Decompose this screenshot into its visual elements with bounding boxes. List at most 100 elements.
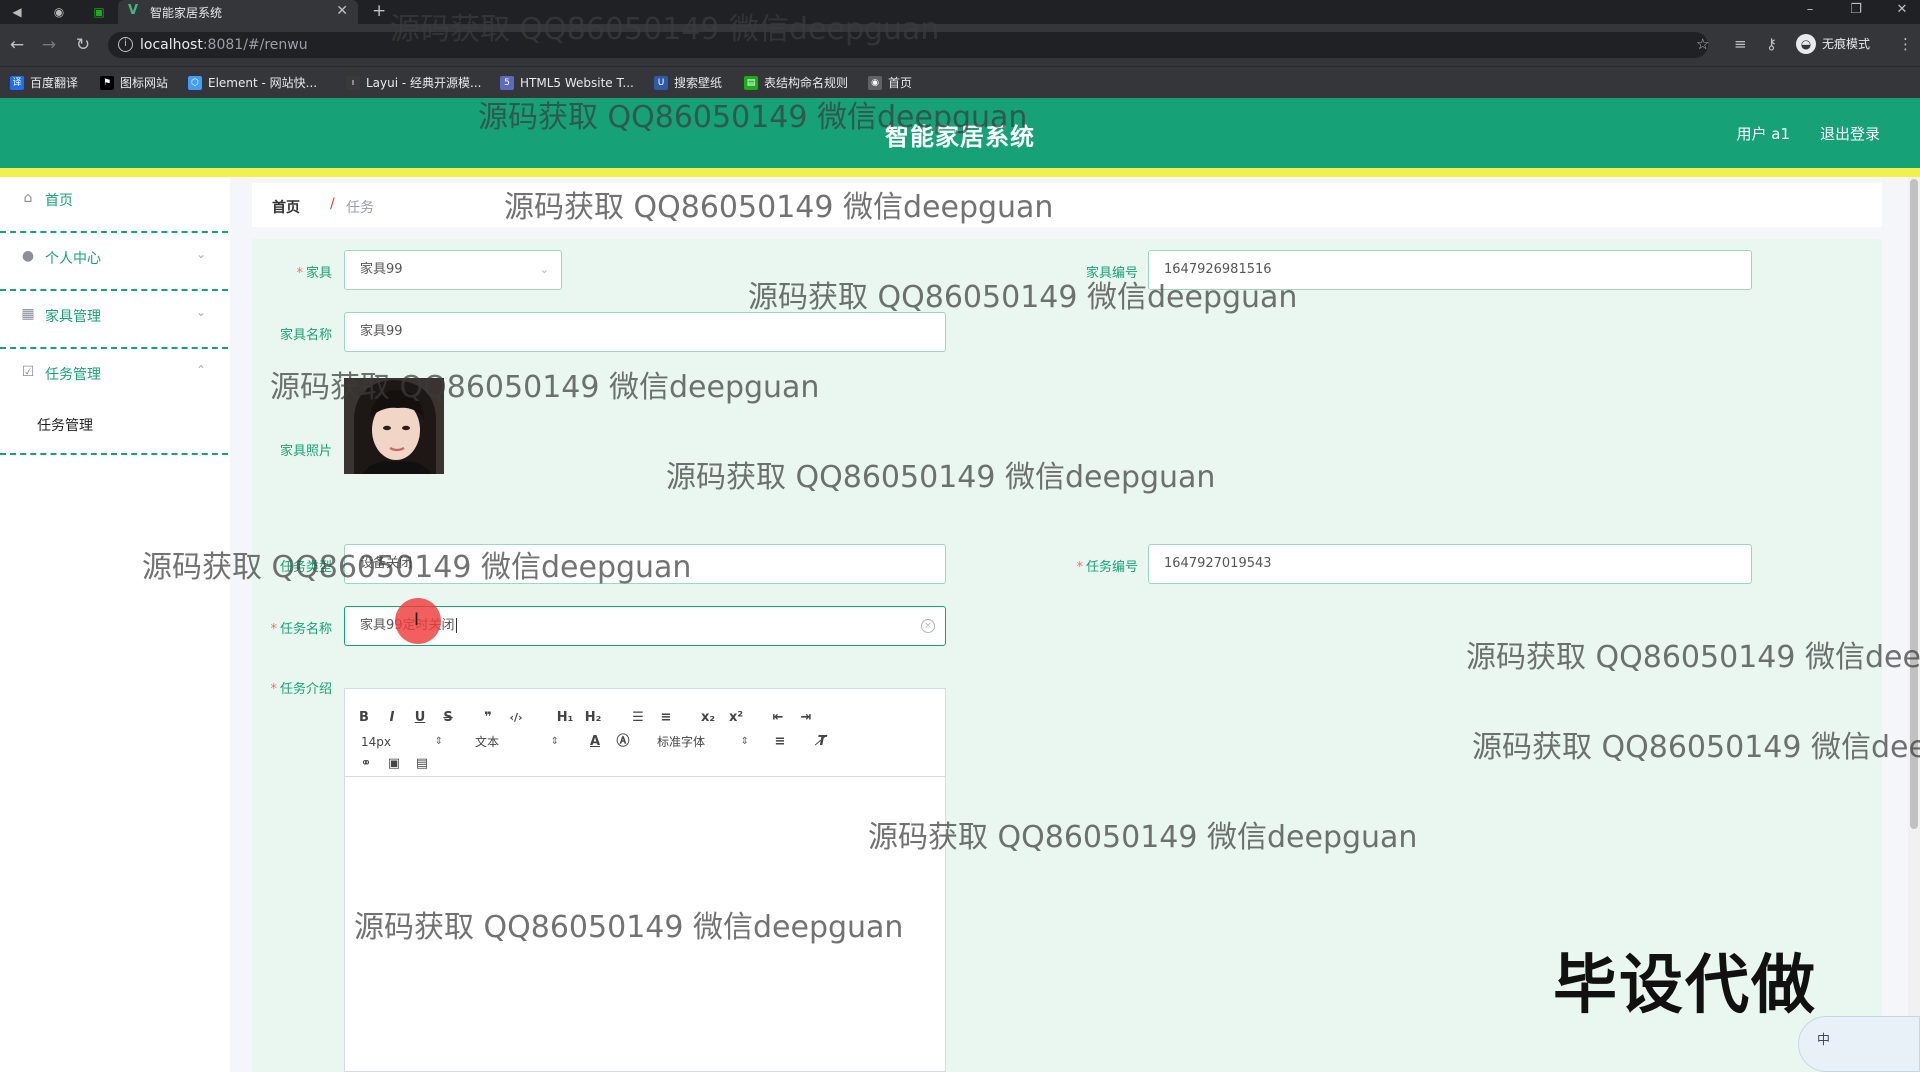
header1-button[interactable]: H₁ bbox=[555, 709, 575, 727]
checkbox-icon: ☑ bbox=[21, 364, 35, 380]
globe-icon: ◉ bbox=[868, 76, 882, 90]
bookmark-item[interactable]: ◉ 首页 bbox=[868, 75, 912, 91]
code-block-button[interactable]: ‹/› bbox=[507, 709, 525, 727]
breadcrumb: 首页 / 任务 bbox=[252, 183, 1882, 227]
url-field[interactable]: i localhost:8081/#/renwu bbox=[108, 32, 1708, 58]
task-intro-label: * 任务介绍 bbox=[270, 682, 332, 697]
breadcrumb-separator: / bbox=[330, 196, 335, 212]
font-family-select[interactable]: 标准字体 ⇕ bbox=[657, 733, 749, 751]
subscript-button[interactable]: x₂ bbox=[699, 709, 717, 727]
bookmark-item[interactable]: ı Layui - 经典开源模... bbox=[346, 75, 481, 91]
task-no-field[interactable]: 1647927019543 bbox=[1148, 544, 1752, 584]
text-caret bbox=[455, 618, 457, 633]
sidebar-subitem-task-management[interactable]: 任务管理 bbox=[0, 399, 228, 455]
restore-icon[interactable]: ❐ bbox=[1836, 2, 1876, 17]
bookmark-star-icon[interactable]: ☆ bbox=[1696, 35, 1709, 53]
task-name-label: * 任务名称 bbox=[270, 622, 332, 637]
sidebar-item-label: 首页 bbox=[45, 193, 73, 209]
tab-title: 智能家居系统 bbox=[150, 6, 223, 20]
sidebar-item-furniture[interactable]: ▦ 家具管理 ⌄ bbox=[0, 293, 228, 349]
task-no-label: * 任务编号 bbox=[1076, 560, 1138, 575]
window-close-icon[interactable]: ✕ bbox=[1882, 2, 1920, 17]
vue-logo-icon: V bbox=[128, 3, 139, 18]
scrollbar-thumb[interactable] bbox=[1910, 179, 1918, 829]
furniture-select[interactable]: 家具99 ⌄ bbox=[344, 250, 562, 290]
bookmark-item[interactable]: U 搜索壁纸 bbox=[654, 75, 722, 91]
incognito-badge[interactable]: ◒ 无痕模式 bbox=[1796, 33, 1870, 55]
sidebar-item-label: 个人中心 bbox=[45, 251, 101, 267]
header2-button[interactable]: H₂ bbox=[583, 709, 603, 727]
superscript-button[interactable]: x² bbox=[727, 709, 745, 727]
clear-icon[interactable]: × bbox=[921, 619, 935, 633]
app-title: 智能家居系统 bbox=[885, 123, 1035, 151]
indent-button[interactable]: ⇥ bbox=[797, 709, 815, 727]
font-size-select[interactable]: 14px ⇕ bbox=[361, 733, 443, 751]
header-select[interactable]: 文本 ⇕ bbox=[475, 733, 559, 751]
sidebar-subitem-label: 任务管理 bbox=[37, 418, 93, 434]
furniture-photo-label: 家具照片 bbox=[279, 444, 332, 459]
select-arrows-icon: ⇕ bbox=[434, 736, 443, 747]
new-tab-icon[interactable]: + bbox=[372, 1, 386, 21]
link-icon[interactable]: ⚭ bbox=[357, 755, 375, 773]
furniture-name-field[interactable]: 家具99 bbox=[344, 312, 946, 352]
current-user: 用户 a1 bbox=[1736, 125, 1790, 143]
bookmark-item[interactable]: 5 HTML5 Website T... bbox=[500, 75, 634, 91]
editor-toolbar: B I U S ❞ ‹/› H₁ H₂ ☰ ≡ x₂ x² ⇤ ⇥ 14px ⇕ … bbox=[345, 689, 945, 777]
bookmark-item[interactable]: ▤ 表结构命名规则 bbox=[744, 75, 848, 91]
chevron-down-icon: ⌄ bbox=[195, 247, 206, 261]
logout-button[interactable]: 退出登录 bbox=[1820, 123, 1880, 144]
page-scrollbar[interactable] bbox=[1908, 177, 1920, 1072]
browser-tab-active[interactable]: V 智能家居系统 ✕ bbox=[118, 0, 358, 24]
forward-icon[interactable]: → bbox=[38, 35, 60, 55]
speaker-icon[interactable]: ◀ bbox=[8, 3, 26, 21]
sidebar-item-label: 家具管理 bbox=[45, 309, 101, 325]
ime-indicator[interactable]: 中 bbox=[1798, 1016, 1920, 1072]
task-type-value: 设备关闭 bbox=[360, 556, 413, 571]
bookmark-item[interactable]: 译百度翻译 bbox=[10, 75, 78, 91]
task-type-field[interactable]: 设备关闭 bbox=[344, 544, 946, 584]
rich-text-editor[interactable]: B I U S ❞ ‹/› H₁ H₂ ☰ ≡ x₂ x² ⇤ ⇥ 14px ⇕ … bbox=[344, 688, 946, 1072]
video-icon[interactable]: ▤ bbox=[413, 755, 431, 773]
furniture-photo[interactable] bbox=[344, 378, 444, 474]
bookmark-item[interactable]: ⚑ 图标网站 bbox=[100, 75, 168, 91]
address-bar: ← → ↻ i localhost:8081/#/renwu ☆ ≡ ⚷ ◒ 无… bbox=[0, 24, 1920, 66]
furniture-no-field[interactable]: 1647926981516 bbox=[1148, 250, 1752, 290]
font-color-button[interactable]: A bbox=[587, 733, 603, 751]
bold-button[interactable]: B bbox=[357, 709, 371, 727]
ime-mode-label: 中 bbox=[1817, 1033, 1831, 1048]
reload-icon[interactable]: ↻ bbox=[72, 35, 94, 55]
page-tab-icon[interactable]: ▣ bbox=[90, 3, 108, 21]
incognito-icon: ◒ bbox=[1796, 34, 1816, 54]
task-no-value: 1647927019543 bbox=[1164, 556, 1272, 571]
html5-icon: 5 bbox=[500, 76, 514, 90]
sidebar-item-profile[interactable]: ● 个人中心 ⌄ bbox=[0, 235, 228, 291]
blockquote-button[interactable]: ❞ bbox=[479, 709, 497, 727]
image-icon[interactable]: ▣ bbox=[385, 755, 403, 773]
furniture-no-label: 家具编号 bbox=[1085, 266, 1138, 281]
menu-kebab-icon[interactable]: ⋮ bbox=[1898, 35, 1913, 53]
site-info-icon[interactable]: i bbox=[118, 37, 133, 52]
background-color-button[interactable]: Ⓐ bbox=[615, 733, 631, 751]
strike-button[interactable]: S bbox=[441, 709, 455, 727]
underline-button[interactable]: U bbox=[413, 709, 427, 727]
italic-button[interactable]: I bbox=[385, 709, 399, 727]
key-icon[interactable]: ⚷ bbox=[1766, 35, 1777, 53]
reading-list-icon[interactable]: ≡ bbox=[1734, 35, 1747, 53]
tab-close-icon[interactable]: ✕ bbox=[336, 3, 348, 19]
furniture-select-value: 家具99 bbox=[360, 262, 403, 277]
bookmark-item[interactable]: ⬡ Element - 网站快... bbox=[188, 75, 317, 91]
back-icon[interactable]: ← bbox=[6, 35, 28, 55]
task-type-label: 任务类型 bbox=[279, 560, 332, 575]
minimize-icon[interactable]: – bbox=[1790, 2, 1830, 17]
clear-format-button[interactable]: T̸ bbox=[813, 733, 831, 751]
bullet-list-button[interactable]: ≡ bbox=[657, 709, 675, 727]
align-button[interactable]: ≡ bbox=[771, 733, 789, 751]
select-arrows-icon: ⇕ bbox=[740, 736, 749, 747]
layui-logo-icon: ı bbox=[346, 76, 360, 90]
furniture-label: * 家具 bbox=[296, 266, 332, 281]
sidebar-item-home[interactable]: ⌂ 首页 bbox=[0, 177, 228, 233]
ordered-list-button[interactable]: ☰ bbox=[629, 709, 647, 727]
globe-icon[interactable]: ◉ bbox=[50, 3, 68, 21]
breadcrumb-home[interactable]: 首页 bbox=[272, 197, 300, 217]
outdent-button[interactable]: ⇤ bbox=[769, 709, 787, 727]
